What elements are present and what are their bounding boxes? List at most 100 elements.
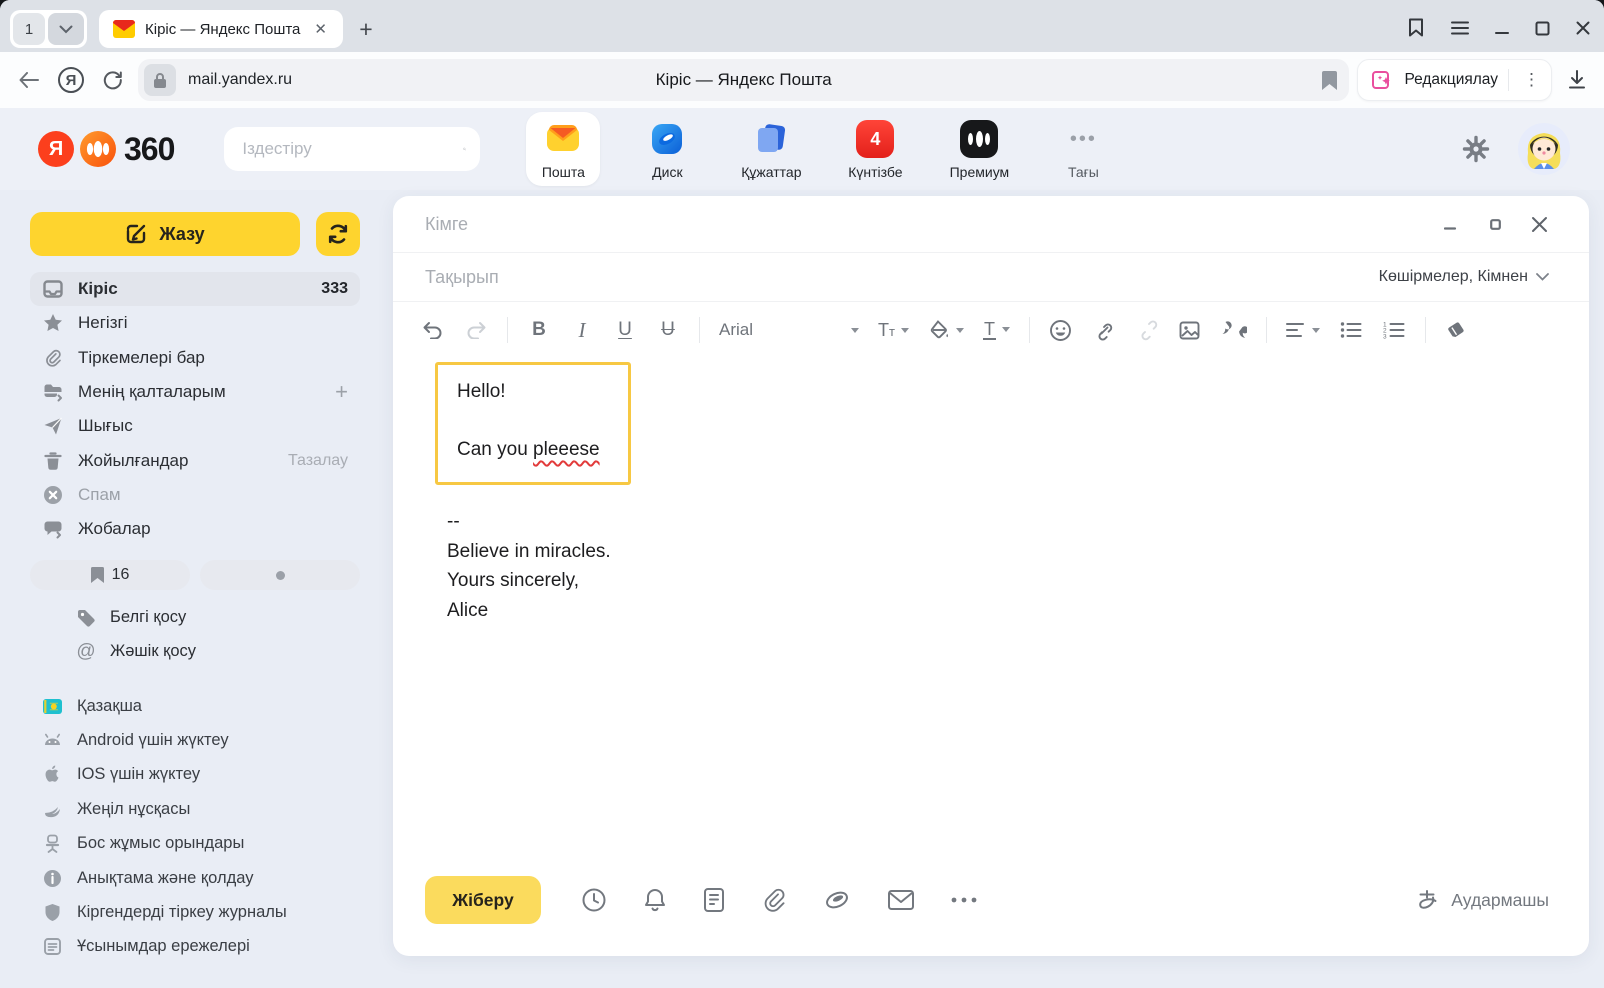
sidebar-footer-links: Қазақша Android үшін жүктеу IOS үшін жүк… — [30, 689, 360, 964]
app-label: Күнтізбе — [848, 164, 902, 180]
edit-button[interactable]: Редакциялау ⋮ — [1357, 59, 1552, 101]
app-mail[interactable]: Пошта — [526, 112, 600, 186]
sidebar-item-my-folders[interactable]: Менің қалталарым + — [30, 375, 360, 409]
sidebar-item-sent[interactable]: Шығыс — [30, 409, 360, 443]
close-window-icon[interactable] — [1576, 21, 1590, 35]
add-folder-icon[interactable]: + — [335, 379, 348, 405]
light-version-item[interactable]: Жеңіл нұсқасы — [30, 792, 360, 826]
document-rules-icon — [42, 936, 63, 957]
app-calendar[interactable]: 4 Күнтізбе — [838, 112, 912, 186]
sidebar-item-main[interactable]: Негізгі — [30, 306, 360, 340]
language-item[interactable]: Қазақша — [30, 689, 360, 723]
compose-button[interactable]: Жазу — [30, 212, 300, 256]
vacancies-item[interactable]: Бос жұмыс орындары — [30, 827, 360, 861]
numbered-list-icon[interactable]: 123 — [1382, 315, 1406, 345]
dot-pill[interactable] — [200, 560, 360, 590]
yandex-logo-icon: Я — [38, 131, 74, 167]
message-body[interactable]: Hello! Can you pleeese -- Believe in mir… — [393, 358, 1589, 852]
edit-sparkle-icon — [1370, 68, 1394, 92]
notify-reminder-icon[interactable] — [643, 887, 667, 913]
yandex360-logo[interactable]: Я 360 — [38, 131, 174, 168]
body-line-1: Hello! — [457, 377, 609, 406]
maximize-window-icon[interactable] — [1535, 21, 1550, 36]
sidebar-panel-icon[interactable] — [1407, 18, 1425, 38]
chevron-down-icon — [1536, 273, 1549, 281]
text-color-select[interactable]: T — [983, 320, 1010, 341]
attach-from-disk-icon[interactable] — [823, 887, 851, 913]
app-premium[interactable]: Премиум — [942, 112, 1016, 186]
italic-icon[interactable]: I — [570, 315, 594, 345]
help-support-item[interactable]: Анықтама және қолдау — [30, 861, 360, 895]
reload-icon[interactable] — [96, 63, 130, 97]
font-size-select[interactable]: Tт — [878, 320, 909, 341]
underline-icon[interactable]: U — [613, 315, 637, 345]
app-docs[interactable]: Құжаттар — [734, 112, 808, 186]
app-more[interactable]: ••• Тағы — [1046, 112, 1120, 186]
align-select[interactable] — [1286, 322, 1320, 338]
downloads-icon[interactable] — [1568, 70, 1586, 90]
emoji-icon[interactable] — [1049, 315, 1073, 345]
compose-close-icon[interactable] — [1529, 214, 1549, 234]
sidebar-item-drafts[interactable]: Жобалар — [30, 512, 360, 546]
insert-image-icon[interactable] — [1178, 315, 1202, 345]
footer-link-label: Қазақша — [77, 697, 142, 716]
tab-list-dropdown[interactable] — [48, 13, 84, 45]
subject-field[interactable]: Тақырып Көшірмелер, Кімнен — [393, 253, 1589, 301]
app-disk[interactable]: Диск — [630, 112, 704, 186]
to-field[interactable]: Кімге — [393, 196, 1589, 252]
signature-line-3: Alice — [447, 596, 1557, 626]
bold-icon[interactable]: B — [527, 315, 551, 345]
send-button[interactable]: Жіберу — [425, 876, 541, 924]
schedule-send-icon[interactable] — [581, 887, 607, 913]
clear-trash-link[interactable]: Тазалау — [288, 452, 348, 470]
tab-count-badge[interactable]: 1 — [13, 13, 45, 45]
search-input[interactable] — [242, 139, 463, 159]
sidebar-item-inbox[interactable]: Кіріс 333 — [30, 272, 360, 306]
attach-file-icon[interactable] — [761, 887, 787, 913]
compose-popout-icon[interactable] — [1485, 214, 1505, 234]
user-avatar[interactable] — [1518, 123, 1570, 175]
back-icon[interactable] — [12, 63, 46, 97]
add-tag-item[interactable]: Белгі қосу — [30, 600, 360, 634]
attach-from-mail-icon[interactable] — [887, 889, 915, 911]
recommendations-item[interactable]: Ұсынымдар ережелері — [30, 930, 360, 964]
sidebar-item-spam[interactable]: Спам — [30, 478, 360, 512]
sidebar-item-trash[interactable]: Жойылғандар Тазалау — [30, 443, 360, 477]
link-icon[interactable] — [1092, 315, 1116, 345]
quote-icon[interactable] — [1221, 315, 1247, 345]
template-note-icon[interactable] — [703, 887, 725, 913]
refresh-button[interactable] — [316, 212, 360, 256]
search-box[interactable] — [224, 127, 480, 171]
eraser-icon[interactable] — [1445, 315, 1469, 345]
minimize-window-icon[interactable] — [1495, 21, 1509, 35]
bullet-list-icon[interactable] — [1339, 315, 1363, 345]
sidebar-item-attachments[interactable]: Тіркемелері бар — [30, 341, 360, 375]
bookmark-icon[interactable] — [1322, 71, 1337, 90]
redo-icon[interactable] — [464, 315, 488, 345]
lock-icon[interactable] — [144, 64, 176, 96]
edit-menu-icon[interactable]: ⋮ — [1519, 70, 1545, 90]
address-bar[interactable]: mail.yandex.ru Кіріс — Яндекс Пошта — [138, 59, 1349, 101]
ios-download-item[interactable]: IOS үшін жүктеу — [30, 758, 360, 792]
bookmarks-pill[interactable]: 16 — [30, 560, 190, 590]
compose-bottom-bar: Жіберу — [393, 852, 1589, 956]
yandex-services-icon[interactable]: Я — [54, 63, 88, 97]
text-color-icon: T — [983, 320, 996, 341]
undo-icon[interactable] — [421, 315, 445, 345]
unlink-icon[interactable] — [1135, 315, 1159, 345]
settings-gear-icon[interactable] — [1462, 135, 1490, 163]
compose-minimize-icon[interactable] — [1441, 214, 1461, 234]
translator-button[interactable]: Аудармашы — [1416, 888, 1549, 913]
cc-from-toggle[interactable]: Көшірмелер, Кімнен — [1379, 268, 1549, 286]
browser-tab[interactable]: Кіріс — Яндекс Пошта ✕ — [99, 10, 343, 48]
font-family-select[interactable]: Arial — [719, 320, 859, 340]
strikethrough-icon[interactable]: U — [656, 315, 680, 345]
new-tab-button[interactable]: + — [349, 12, 383, 46]
more-options-icon[interactable] — [951, 897, 977, 903]
tab-close-icon[interactable]: ✕ — [310, 18, 331, 40]
login-journal-item[interactable]: Кіргендерді тіркеу журналы — [30, 895, 360, 929]
add-mailbox-item[interactable]: @ Жәшік қосу — [30, 635, 360, 669]
android-download-item[interactable]: Android үшін жүктеу — [30, 723, 360, 757]
menu-icon[interactable] — [1451, 21, 1469, 35]
fill-color-select[interactable] — [928, 320, 964, 340]
